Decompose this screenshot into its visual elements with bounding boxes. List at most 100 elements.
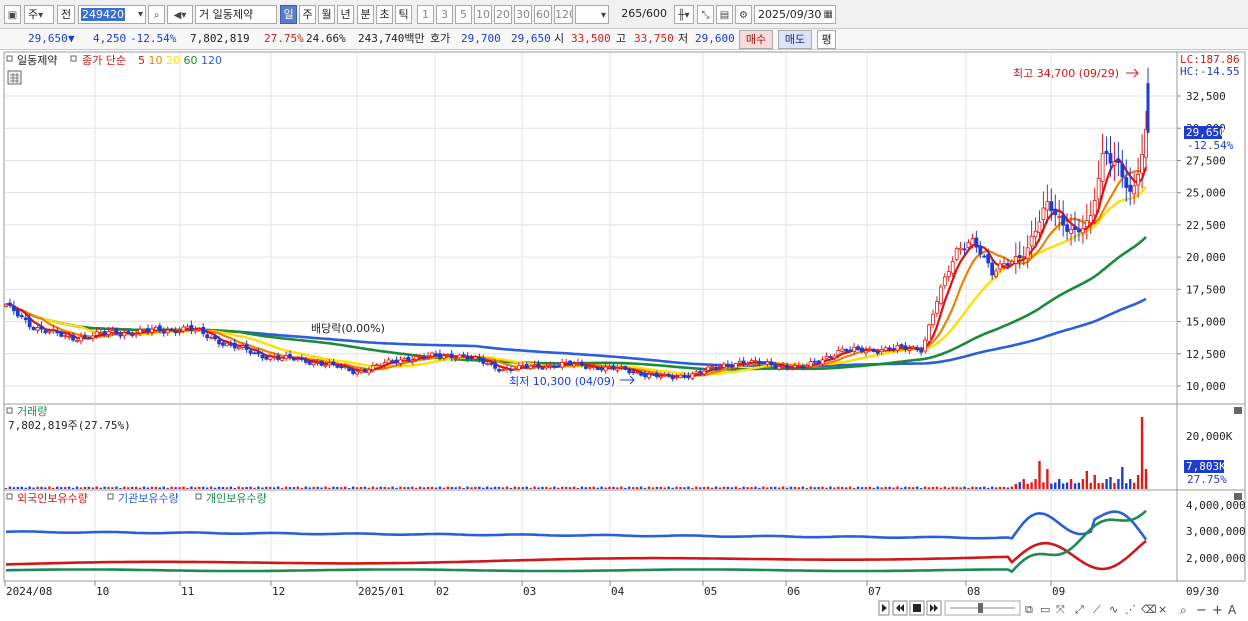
candle-body [1092,200,1097,216]
candle-body [327,362,332,366]
cross-tool-icon[interactable]: ⨯ [1158,603,1167,616]
save-icon[interactable]: ▤ [716,5,733,24]
interval-1[interactable]: 1 [417,5,434,24]
layout-icon[interactable]: ▣ [4,5,21,24]
candle-body [635,371,640,374]
candle-body [749,359,754,363]
interval-10[interactable]: 10 [474,5,492,24]
volume-bar [990,486,994,489]
interval-30[interactable]: 30 [514,5,532,24]
volume-bar [718,487,722,489]
candle-body [974,237,979,248]
interval-3[interactable]: 3 [436,5,453,24]
volume-bar [722,486,726,489]
volume-bar [939,487,943,489]
volume-bar [241,487,244,489]
tab-day[interactable]: 일 [280,5,297,24]
average-button[interactable]: 평 [817,30,836,49]
candle-body [690,373,695,379]
volume-bar [509,487,513,489]
volume-bar [328,487,331,489]
volume-bar [671,487,674,489]
tab-week[interactable]: 주 [299,5,316,24]
volume-bar [8,486,12,489]
volume-bar [525,486,528,489]
minimize-icon[interactable] [1234,407,1242,414]
candle-body [114,328,119,335]
tab-tick[interactable]: 틱 [395,5,412,24]
candle-body [911,346,916,349]
stock-code-input[interactable]: 249420 ▾ [78,5,146,24]
candle-body [441,355,446,359]
interval-20[interactable]: 20 [494,5,512,24]
gear-icon[interactable]: ⚙ [735,5,752,24]
volume-bar [667,486,670,489]
volume-bar [919,487,923,489]
tab-year[interactable]: 년 [337,5,354,24]
interval-120[interactable]: 120 [554,5,573,24]
auto-scale-icon[interactable]: A [1228,603,1237,617]
volume-bar [797,487,801,489]
candle-body [161,331,166,334]
pattern-icon[interactable]: ⤧ [1056,603,1065,616]
chart-svg[interactable]: 일동제약 종가 단순 5 10 20 60 120 최고 34,700 (09/… [0,51,1248,621]
sell-button[interactable]: 매도 [778,30,812,49]
volume-bar [813,487,816,489]
market-select[interactable]: 주▾ [24,5,54,24]
volume-bar [312,486,315,489]
volume-bar [817,486,820,489]
bar-count-field[interactable]: 265/600 [613,5,669,24]
tab-minute[interactable]: 분 [357,5,374,24]
individual-holding-legend: 개인보유수량 [206,492,267,505]
search-icon[interactable]: ⌕ [148,5,165,24]
current-price: 29,650 [28,32,68,45]
volume-bar [714,486,718,489]
zoom-slider-handle[interactable] [978,603,983,613]
candle-body [946,271,951,278]
candle-body [296,358,300,361]
candle-body [473,356,478,360]
fibonacci-icon[interactable]: ⋰ [1125,603,1136,616]
draw-tool-icon[interactable]: ⤡ [697,5,714,24]
candle-body [903,345,908,350]
tab-month[interactable]: 월 [318,5,335,24]
volume-bar [505,486,509,489]
buy-button[interactable]: 매수 [739,30,773,49]
candle-type-icon[interactable]: ╫▾ [674,5,694,24]
stock-name-field[interactable]: 거 일동제약 [195,5,277,24]
speaker-icon[interactable]: ◀▾ [167,5,193,24]
candle-body [1120,163,1125,178]
eraser-icon[interactable]: ⌫ [1141,603,1157,616]
volume-bar [1069,479,1073,489]
volume-bar [225,487,229,489]
table-icon[interactable] [7,70,22,85]
volume-bar [1018,482,1021,489]
candle-body [540,367,545,370]
candle-body [43,330,48,334]
candle-body [556,365,561,368]
trend-tool-icon[interactable]: ⟋ [1093,603,1101,616]
volume-bar [1006,487,1010,489]
candle-body [47,330,52,333]
layout-icon[interactable]: ▭ [1040,603,1050,616]
volume-bar [1140,417,1144,489]
candle-body [343,366,348,369]
candle-body [560,362,565,368]
volume-bar [691,487,694,489]
compare-icon[interactable]: ⧉ [1025,603,1033,616]
interval-60[interactable]: 60 [534,5,552,24]
tab-second[interactable]: 초 [376,5,393,24]
candle-body [331,361,336,365]
line-tool-icon[interactable]: ⤢ [1075,603,1084,616]
wave-tool-icon[interactable]: ∿ [1109,603,1118,616]
zoom-out-icon[interactable]: − [1196,603,1207,618]
prev-button[interactable]: 전 [57,5,75,24]
interval-dropdown[interactable]: ▾ [575,5,609,24]
zoom-in-icon[interactable]: + [1212,603,1223,618]
magnifier-icon[interactable]: ⌕ [1180,603,1187,617]
volume-bar [537,487,540,489]
volume-bar [426,486,430,489]
date-field[interactable]: 2025/09/30 ▦ [754,5,836,24]
price-tick-label: 20,000 [1186,251,1226,264]
interval-5[interactable]: 5 [455,5,472,24]
